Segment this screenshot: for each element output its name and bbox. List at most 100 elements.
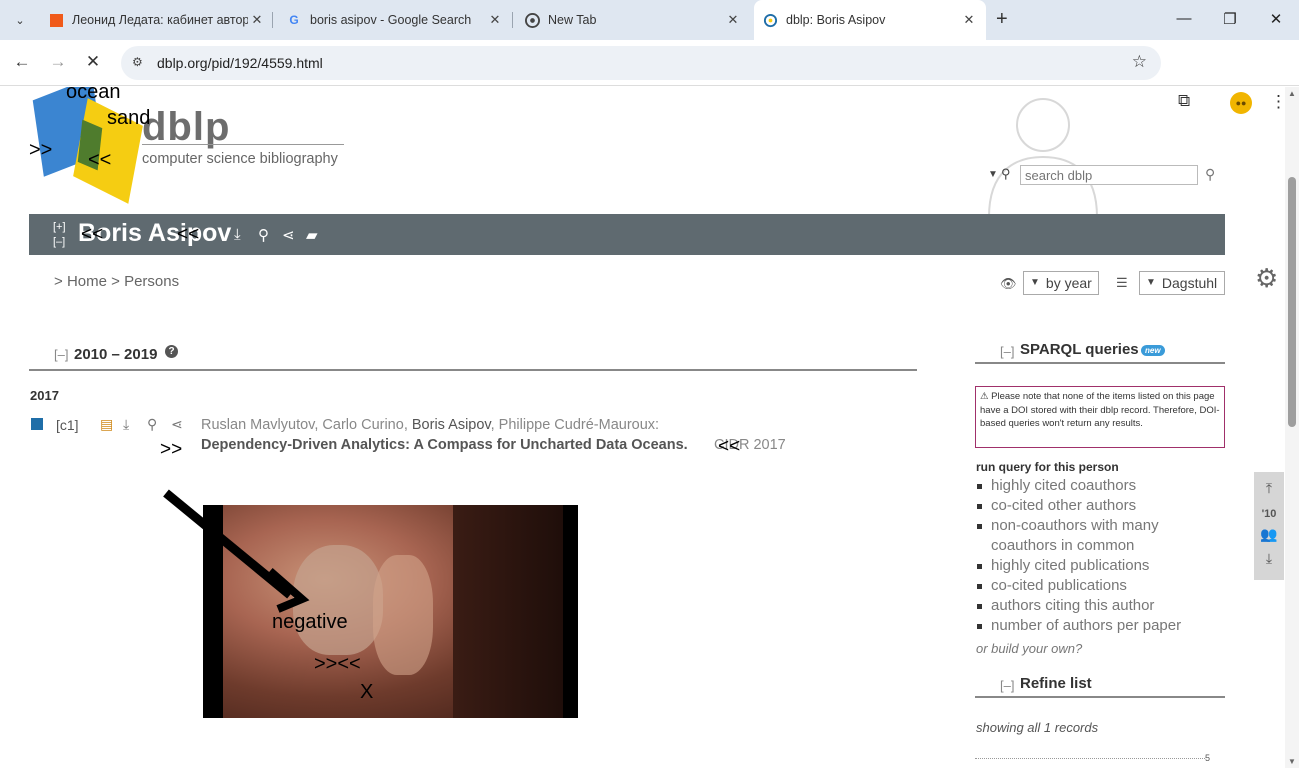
page-scrollbar[interactable]: ▲ ▼ bbox=[1285, 87, 1299, 768]
query-link[interactable]: highly cited coauthors bbox=[975, 476, 1215, 496]
scroll-thumb[interactable] bbox=[1288, 177, 1296, 427]
breadcrumb-separator: > bbox=[111, 273, 120, 290]
new-badge: new bbox=[1141, 345, 1165, 356]
query-link[interactable]: highly cited publications bbox=[975, 556, 1215, 576]
forward-arrow-icon[interactable]: → bbox=[47, 52, 69, 72]
decade-section-header: [–] 2010 – 2019 ? bbox=[29, 343, 917, 371]
new-tab-plus-icon[interactable]: + bbox=[996, 9, 1008, 29]
tab-title: New Tab bbox=[548, 13, 597, 27]
person-header-bar: [+] [–] Boris Asipov << << ⤓ ⚲ ⋖ ▰ bbox=[29, 214, 1225, 255]
bookmark-star-icon[interactable]: ☆ bbox=[1132, 52, 1147, 72]
browser-toolbar: ← → ✕ ⚙ dblp.org/pid/192/4559.html ☆ ⧉ ●… bbox=[0, 40, 1299, 114]
tab-strip: ⌄ Леонид Ледата: кабинет автор ✕ G boris… bbox=[0, 0, 1299, 40]
address-bar[interactable]: ⚙ dblp.org/pid/192/4559.html ☆ bbox=[121, 46, 1161, 80]
comment-icon[interactable]: ▰ bbox=[306, 226, 318, 244]
tab-separator bbox=[272, 12, 273, 28]
breadcrumb-home-link[interactable]: Home bbox=[67, 273, 107, 290]
breadcrumb-separator: > bbox=[54, 273, 63, 290]
refine-title: Refine list bbox=[1020, 675, 1092, 692]
search-options-dropdown[interactable]: ▼ bbox=[988, 169, 998, 180]
help-icon[interactable]: ? bbox=[165, 345, 178, 358]
collapse-all-link[interactable]: [–] bbox=[53, 235, 66, 250]
close-icon[interactable]: ✕ bbox=[248, 12, 266, 28]
chevron-down-icon: ▼ bbox=[1146, 277, 1156, 288]
order-select-value: by year bbox=[1045, 275, 1092, 291]
dotted-divider bbox=[975, 758, 1205, 759]
author-link[interactable]: Carlo Curino bbox=[322, 417, 403, 433]
overlay-head-right: << bbox=[177, 224, 200, 245]
coauthors-icon[interactable]: 👥 bbox=[1254, 526, 1284, 543]
tab-google-search[interactable]: G boris asipov - Google Search ✕ bbox=[286, 6, 504, 34]
overlay-negative: negative bbox=[272, 611, 348, 633]
download-icon[interactable]: ⤓ bbox=[234, 226, 241, 243]
google-favicon-icon: G bbox=[289, 13, 299, 27]
share-icon[interactable]: ⋖ bbox=[282, 226, 295, 244]
breadcrumb-persons-link[interactable]: Persons bbox=[124, 273, 179, 290]
chevron-down-icon: ▼ bbox=[1030, 277, 1040, 288]
minimize-icon[interactable]: — bbox=[1174, 10, 1194, 27]
query-link[interactable]: co-cited other authors bbox=[975, 496, 1215, 516]
current-author: Boris Asipov bbox=[411, 417, 491, 433]
arrow-overlay-icon bbox=[163, 489, 310, 613]
window-close-icon[interactable]: ✕ bbox=[1266, 10, 1286, 28]
close-icon[interactable]: ✕ bbox=[724, 12, 742, 28]
overlay-entry-right: << bbox=[718, 436, 741, 457]
jump-top-icon[interactable]: ⤒ bbox=[1254, 480, 1284, 497]
query-link[interactable]: number of authors per paper bbox=[975, 616, 1215, 636]
query-link[interactable]: non-coauthors with many coauthors in com… bbox=[975, 516, 1215, 556]
query-link[interactable]: co-cited publications bbox=[975, 576, 1215, 596]
scroll-down-icon[interactable]: ▼ bbox=[1288, 757, 1296, 766]
paper-title: Dependency-Driven Analytics: A Compass f… bbox=[201, 437, 688, 453]
section-collapse-toggle[interactable]: [–] bbox=[54, 347, 68, 362]
tab-ledata[interactable]: Леонид Ледата: кабинет автор ✕ bbox=[48, 6, 266, 34]
tab-title: boris asipov - Google Search bbox=[310, 13, 472, 27]
gear-icon[interactable]: ⚙ bbox=[1255, 263, 1278, 294]
search-icon[interactable]: ⚲ bbox=[147, 416, 157, 433]
search-person-icon[interactable]: ⚲ bbox=[258, 226, 269, 244]
download-icon[interactable]: ⤓ bbox=[123, 416, 129, 433]
photo-figure bbox=[373, 555, 433, 675]
refine-section-header: [–] Refine list bbox=[975, 670, 1225, 698]
close-icon[interactable]: ✕ bbox=[486, 12, 504, 28]
photo-shadow bbox=[453, 505, 563, 718]
user-silhouette-icon bbox=[988, 98, 1098, 217]
author-link[interactable]: Ruslan Mavlyutov bbox=[201, 417, 314, 433]
scroll-up-icon[interactable]: ▲ bbox=[1288, 89, 1296, 98]
close-icon[interactable]: ✕ bbox=[960, 12, 978, 28]
chrome-favicon-icon bbox=[524, 12, 540, 28]
restore-icon[interactable]: ❐ bbox=[1220, 10, 1240, 28]
author-separator: : bbox=[655, 417, 660, 433]
electronic-edition-icon[interactable]: ▤ bbox=[100, 416, 113, 433]
author-link[interactable]: Philippe Cudré-Mauroux bbox=[499, 417, 655, 433]
tab-title: dblp: Boris Asipov bbox=[786, 13, 886, 27]
jump-decade-link[interactable]: '10 bbox=[1254, 508, 1284, 520]
sparql-section-header: [–] SPARQL queries new bbox=[975, 336, 1225, 364]
breadcrumb: > Home > Persons bbox=[54, 273, 179, 290]
build-your-own-link[interactable]: or build your own? bbox=[976, 641, 1082, 656]
sparql-collapse-toggle[interactable]: [–] bbox=[1000, 344, 1014, 359]
mirror-select[interactable]: ▼ Dagstuhl bbox=[1139, 271, 1225, 295]
search-input[interactable] bbox=[1020, 165, 1198, 185]
query-link[interactable]: authors citing this author bbox=[975, 596, 1215, 616]
expand-collapse-toggle[interactable]: [+] [–] bbox=[53, 220, 66, 250]
mirror-select-value: Dagstuhl bbox=[1161, 275, 1218, 291]
tab-search-button[interactable]: ⌄ bbox=[8, 8, 32, 32]
tab-separator bbox=[512, 12, 513, 28]
facet-count: 5 bbox=[1205, 753, 1211, 763]
expand-all-link[interactable]: [+] bbox=[53, 220, 66, 235]
author-separator: , bbox=[403, 417, 412, 433]
logo-subtitle: computer science bibliography bbox=[142, 151, 338, 167]
stop-loading-icon[interactable]: ✕ bbox=[82, 52, 104, 72]
search-submit-icon[interactable]: ⚲ bbox=[1205, 166, 1215, 183]
entry-key: [c1] bbox=[56, 417, 79, 433]
site-settings-icon[interactable]: ⚙ bbox=[132, 55, 143, 69]
order-select[interactable]: ▼ by year bbox=[1023, 271, 1099, 295]
share-icon[interactable]: ⋖ bbox=[171, 416, 183, 433]
tab-new-tab[interactable]: New Tab ✕ bbox=[524, 6, 742, 34]
back-arrow-icon[interactable]: ← bbox=[11, 52, 33, 72]
url-text[interactable]: dblp.org/pid/192/4559.html bbox=[157, 55, 323, 71]
overlay-entry-left: >> bbox=[160, 439, 183, 460]
jump-bottom-icon[interactable]: ⤓ bbox=[1254, 550, 1284, 567]
tab-dblp[interactable]: dblp: Boris Asipov ✕ bbox=[754, 0, 986, 40]
refine-collapse-toggle[interactable]: [–] bbox=[1000, 678, 1014, 693]
